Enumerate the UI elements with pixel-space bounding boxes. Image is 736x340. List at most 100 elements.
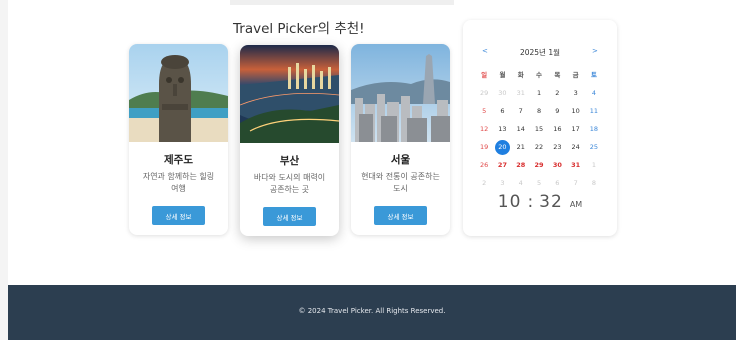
calendar-day-number: 9 xyxy=(555,107,560,115)
weekday-label: 화 xyxy=(517,71,524,79)
calendar-day[interactable]: 24 xyxy=(566,138,584,156)
calendar-day[interactable]: 15 xyxy=(530,120,548,138)
weekday-label: 수 xyxy=(536,71,543,79)
calendar-day-number: 2 xyxy=(555,89,560,97)
footer-copyright: © 2024 Travel Picker. All Rights Reserve… xyxy=(298,307,446,315)
calendar-day-outside: 1 xyxy=(585,156,603,174)
clock-separator: : xyxy=(527,192,534,212)
calendar-widget: 2025년 1월 < > 일 월 화 수 목 금 토 29 30 31 1 2 3 4 5 6 7 8 9 10 11 1… xyxy=(463,20,617,236)
calendar-day[interactable]: 26 xyxy=(475,156,493,174)
calendar-day[interactable]: 7 xyxy=(512,102,530,120)
calendar-day-number: 15 xyxy=(534,125,544,133)
calendar-day[interactable]: 17 xyxy=(566,120,584,138)
footer: © 2024 Travel Picker. All Rights Reserve… xyxy=(8,285,736,340)
calendar-day[interactable]: 22 xyxy=(530,138,548,156)
calendar-day[interactable]: 28 xyxy=(512,156,530,174)
calendar-day-number: 6 xyxy=(500,107,505,115)
calendar-day-outside: 7 xyxy=(566,174,584,192)
calendar-day[interactable]: 13 xyxy=(493,120,511,138)
details-button-busan[interactable]: 상세 정보 xyxy=(263,207,316,226)
card-title: 부산 xyxy=(279,155,300,167)
calendar-day[interactable]: 9 xyxy=(548,102,566,120)
calendar-day-number: 31 xyxy=(516,89,525,97)
next-month-button[interactable]: > xyxy=(592,47,598,55)
destination-card-seoul[interactable]: 서울 현대와 전통이 공존하는 도시 상세 정보 xyxy=(351,44,450,235)
calendar-day-number: 13 xyxy=(498,125,507,133)
calendar-day-today[interactable]: 20 xyxy=(493,138,511,156)
details-button-jeju[interactable]: 상세 정보 xyxy=(152,206,205,225)
weekday-label: 월 xyxy=(499,71,506,79)
calendar-day-outside: 29 xyxy=(475,84,493,102)
calendar-day[interactable]: 5 xyxy=(475,102,493,120)
calendar-day-outside: 4 xyxy=(512,174,530,192)
calendar-day-number: 30 xyxy=(498,89,507,97)
calendar-day[interactable]: 1 xyxy=(530,84,548,102)
calendar-day-number: 6 xyxy=(555,179,560,187)
calendar-day[interactable]: 23 xyxy=(548,138,566,156)
calendar-day-number: 3 xyxy=(573,89,578,97)
calendar-grid: 일 월 화 수 목 금 토 29 30 31 1 2 3 4 5 6 7 8 9 10 11 12 13 14 15 16 17 18… xyxy=(475,66,605,192)
card-description: 자연과 함께하는 힐링 여행 xyxy=(142,172,215,193)
calendar-day[interactable]: 11 xyxy=(585,102,603,120)
calendar-day-outside: 8 xyxy=(585,174,603,192)
calendar-day-number: 27 xyxy=(497,161,507,169)
calendar-day[interactable]: 8 xyxy=(530,102,548,120)
calendar-day-number: 29 xyxy=(534,161,544,169)
calendar-day[interactable]: 10 xyxy=(566,102,584,120)
calendar-day-outside: 5 xyxy=(530,174,548,192)
calendar-day-number: 11 xyxy=(589,107,599,115)
calendar-day[interactable]: 31 xyxy=(566,156,584,174)
calendar-day-number: 10 xyxy=(571,107,580,115)
calendar-day-number: 5 xyxy=(536,179,542,187)
calendar-day-number: 23 xyxy=(553,143,562,151)
calendar-day-outside: 30 xyxy=(493,84,511,102)
calendar-day-number: 22 xyxy=(534,143,544,151)
calendar-day[interactable]: 19 xyxy=(475,138,493,156)
clock-minute: 32 xyxy=(539,192,563,212)
jeju-image xyxy=(129,44,228,142)
calendar-day[interactable]: 2 xyxy=(548,84,566,102)
clock-hour: 10 xyxy=(497,192,522,212)
destination-card-jeju[interactable]: 제주도 자연과 함께하는 힐링 여행 상세 정보 xyxy=(129,44,228,235)
calendar-day-number: 4 xyxy=(518,179,523,187)
calendar-day[interactable]: 27 xyxy=(493,156,511,174)
calendar-day-number: 2 xyxy=(482,179,487,187)
calendar-day-number: 30 xyxy=(552,161,562,169)
busan-image xyxy=(240,45,339,143)
calendar-day-number: 5 xyxy=(482,107,487,115)
calendar-day[interactable]: 29 xyxy=(530,156,548,174)
calendar-day[interactable]: 16 xyxy=(548,120,566,138)
calendar-day-number: 29 xyxy=(480,89,489,97)
top-bar xyxy=(230,0,454,5)
calendar-day-number: 26 xyxy=(480,161,489,169)
calendar-day-number: 7 xyxy=(518,107,523,115)
destination-card-busan[interactable]: 부산 바다와 도시의 매력이 공존하는 곳 상세 정보 xyxy=(240,45,339,236)
calendar-day-number: 18 xyxy=(589,125,599,133)
calendar-day-number: 7 xyxy=(573,179,578,187)
card-description: 현대와 전통이 공존하는 도시 xyxy=(361,172,440,193)
calendar-day-number: 31 xyxy=(571,161,581,169)
calendar-day[interactable]: 12 xyxy=(475,120,493,138)
weekday-label: 목 xyxy=(554,71,561,79)
clock-ampm: AM xyxy=(569,200,583,209)
calendar-day[interactable]: 3 xyxy=(566,84,584,102)
calendar-day[interactable]: 6 xyxy=(493,102,511,120)
calendar-day[interactable]: 14 xyxy=(512,120,530,138)
calendar-day[interactable]: 4 xyxy=(585,84,603,102)
calendar-day[interactable]: 18 xyxy=(585,120,603,138)
calendar-day[interactable]: 30 xyxy=(548,156,566,174)
clock: 10:32 AM xyxy=(463,192,617,212)
calendar-day[interactable]: 21 xyxy=(512,138,530,156)
calendar-day-number: 1 xyxy=(536,89,542,97)
calendar-day[interactable]: 25 xyxy=(585,138,603,156)
weekday-label: 토 xyxy=(590,71,597,79)
calendar-day-number: 8 xyxy=(536,107,542,115)
prev-month-button[interactable]: < xyxy=(482,47,488,55)
calendar-day-number: 20 xyxy=(494,140,510,155)
card-description: 바다와 도시의 매력이 공존하는 곳 xyxy=(253,173,326,194)
weekday-label: 일 xyxy=(481,71,488,79)
details-button-seoul[interactable]: 상세 정보 xyxy=(374,206,427,225)
calendar-day-outside: 6 xyxy=(548,174,566,192)
card-title: 제주도 xyxy=(164,154,193,166)
calendar-day-number: 4 xyxy=(591,89,596,97)
